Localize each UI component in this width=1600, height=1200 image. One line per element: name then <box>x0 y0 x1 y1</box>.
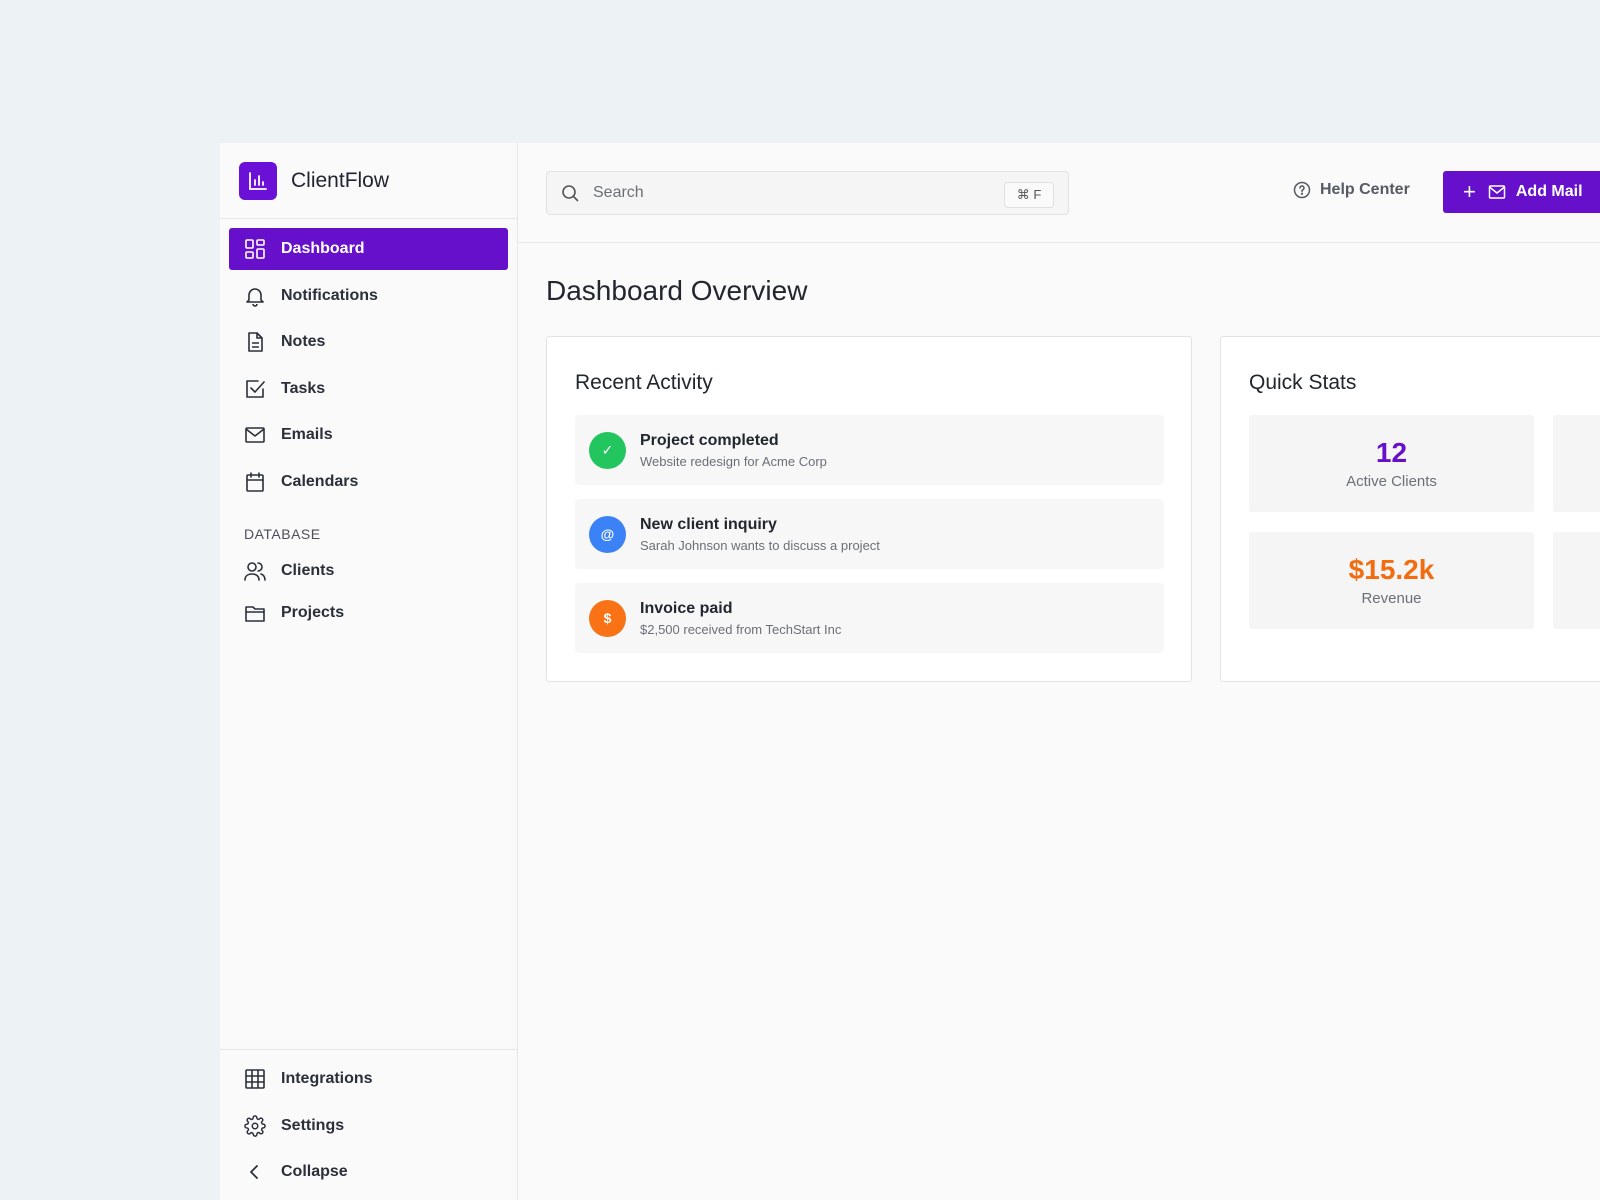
search-icon <box>561 184 579 202</box>
stat-tile <box>1553 532 1600 629</box>
sidebar-item-label: Collapse <box>281 1163 348 1180</box>
database-nav: Clients Projects <box>220 550 517 634</box>
document-icon <box>243 330 267 354</box>
check-icon: ✓ <box>589 431 626 469</box>
stat-value: $15.2k <box>1348 554 1435 585</box>
sidebar-item-clients[interactable]: Clients <box>229 550 508 592</box>
bar-chart-icon <box>239 161 277 200</box>
quick-stats-card: Quick Stats 12 Active Clients $15.2k Rev… <box>1220 336 1600 682</box>
sidebar-item-label: Notifications <box>281 286 378 304</box>
sidebar-item-label: Settings <box>281 1116 345 1134</box>
help-center-label: Help Center <box>1320 181 1410 198</box>
chevron-left-icon <box>243 1160 267 1184</box>
sidebar-item-label: Emails <box>281 426 333 443</box>
checkbox-icon <box>243 377 267 401</box>
sidebar-item-settings[interactable]: Settings <box>229 1105 508 1147</box>
section-label-database: DATABASE <box>244 525 321 542</box>
activity-item[interactable]: ✓ Project completed Website redesign for… <box>575 415 1164 485</box>
app-window: ClientFlow Dashboard Notifications Notes… <box>220 143 1600 1200</box>
sidebar-item-label: Calendars <box>281 472 359 490</box>
search-input[interactable]: Search ⌘ F <box>546 171 1069 215</box>
sidebar: ClientFlow Dashboard Notifications Notes… <box>220 143 518 1200</box>
activity-title: New client inquiry <box>640 515 777 533</box>
stat-label: Revenue <box>1361 590 1422 607</box>
stat-tile <box>1553 415 1600 512</box>
mail-icon <box>1488 183 1506 201</box>
activity-subtitle: Website redesign for Acme Corp <box>640 453 827 469</box>
stat-revenue: $15.2k Revenue <box>1249 532 1534 629</box>
activity-subtitle: $2,500 received from TechStart Inc <box>640 621 842 637</box>
sidebar-item-tasks[interactable]: Tasks <box>229 368 508 410</box>
gear-icon <box>243 1114 267 1138</box>
sidebar-item-notes[interactable]: Notes <box>229 321 508 363</box>
sidebar-item-projects[interactable]: Projects <box>229 592 508 634</box>
activity-item[interactable]: @ New client inquiry Sarah Johnson wants… <box>575 499 1164 569</box>
dollar-icon: $ <box>589 599 626 637</box>
stat-active-clients: 12 Active Clients <box>1249 415 1534 512</box>
add-mail-button[interactable]: + Add Mail <box>1443 171 1600 213</box>
sidebar-item-label: Integrations <box>281 1070 373 1087</box>
card-title: Recent Activity <box>575 371 713 394</box>
stat-label: Active Clients <box>1346 473 1437 490</box>
table-icon <box>243 1067 267 1091</box>
sidebar-item-dashboard[interactable]: Dashboard <box>229 228 508 270</box>
sidebar-item-label: Clients <box>281 561 335 579</box>
stat-value: 12 <box>1375 437 1408 468</box>
users-icon <box>243 559 267 583</box>
main-content: Search ⌘ F Help Center + Add Mail Dashbo… <box>518 143 1600 1200</box>
sidebar-item-label: Dashboard <box>281 240 365 257</box>
sidebar-item-collapse[interactable]: Collapse <box>229 1151 508 1193</box>
grid-icon <box>243 237 267 261</box>
help-center-link[interactable]: Help Center <box>1293 181 1410 199</box>
add-mail-label: Add Mail <box>1515 183 1583 200</box>
activity-title: Invoice paid <box>640 599 733 617</box>
sidebar-item-integrations[interactable]: Integrations <box>229 1058 508 1100</box>
topbar: Search ⌘ F Help Center + Add Mail <box>518 143 1600 243</box>
card-title: Quick Stats <box>1249 371 1357 394</box>
calendar-icon <box>243 470 267 494</box>
mail-icon <box>243 423 267 447</box>
search-placeholder: Search <box>593 184 644 201</box>
bell-icon <box>243 284 267 308</box>
at-sign-icon: @ <box>589 515 626 553</box>
help-circle-icon <box>1293 181 1311 199</box>
main-nav: Dashboard Notifications Notes Tasks Emai… <box>220 219 517 503</box>
activity-subtitle: Sarah Johnson wants to discuss a project <box>640 537 880 553</box>
activity-item[interactable]: $ Invoice paid $2,500 received from Tech… <box>575 583 1164 653</box>
sidebar-footer: Integrations Settings Collapse <box>220 1049 517 1200</box>
sidebar-item-notifications[interactable]: Notifications <box>229 275 508 317</box>
brand[interactable]: ClientFlow <box>220 143 517 219</box>
recent-activity-card: Recent Activity ✓ Project completed Webs… <box>546 336 1192 682</box>
sidebar-item-label: Tasks <box>281 379 326 397</box>
sidebar-item-label: Projects <box>281 603 345 621</box>
folder-icon <box>243 601 267 625</box>
plus-icon: + <box>1463 179 1476 204</box>
sidebar-item-emails[interactable]: Emails <box>229 414 508 456</box>
sidebar-item-label: Notes <box>281 333 326 350</box>
brand-name: ClientFlow <box>291 168 390 192</box>
page-title: Dashboard Overview <box>546 275 808 306</box>
sidebar-item-calendars[interactable]: Calendars <box>229 461 508 503</box>
search-shortcut: ⌘ F <box>1004 182 1054 208</box>
activity-title: Project completed <box>640 431 779 449</box>
